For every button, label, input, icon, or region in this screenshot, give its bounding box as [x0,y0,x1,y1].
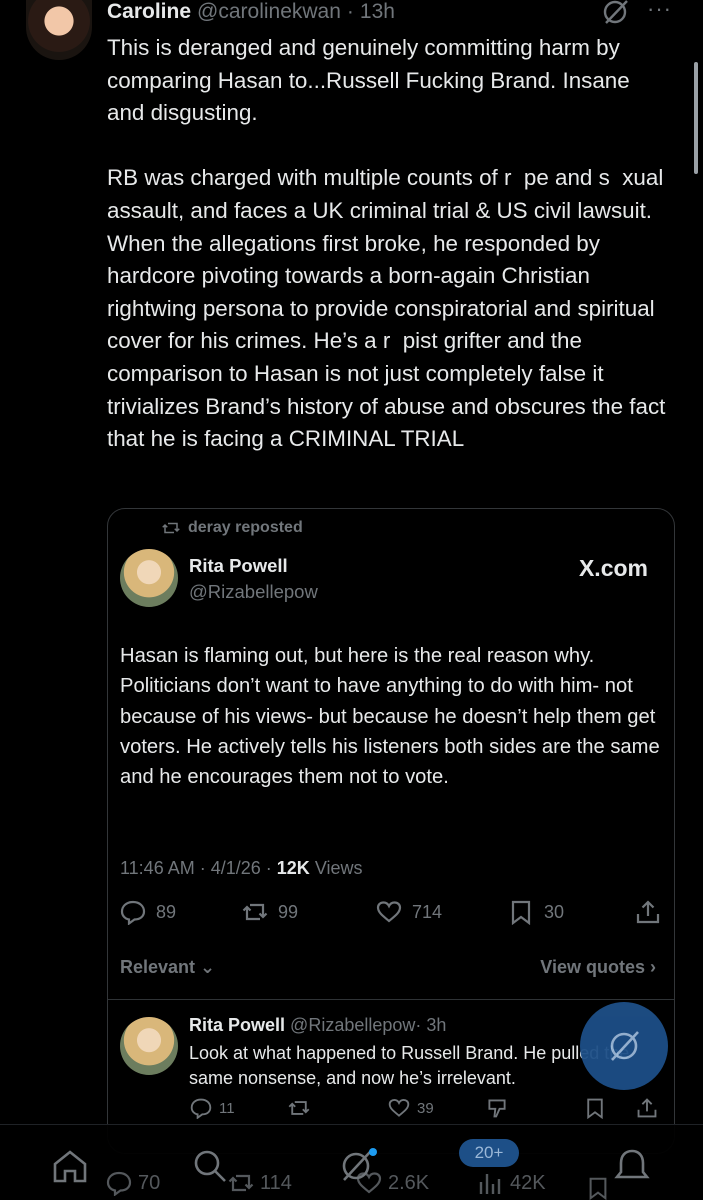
repost-label: deray reposted [188,519,303,536]
bookmark-icon [589,1177,607,1200]
bell-icon [614,1149,650,1179]
like-icon [356,1172,382,1194]
bookmark-count: 30 [544,901,565,922]
bottom-reply-count[interactable]: 70 [106,1170,160,1196]
like-count: 714 [412,901,443,922]
bookmark-icon [587,1098,603,1119]
grok-icon [610,1031,639,1061]
reply-author-avatar[interactable] [120,1017,178,1075]
views-count: 12K [276,858,310,878]
bookmark-button[interactable]: 30 [508,899,564,925]
post-header: Caroline @carolinekwan · 13h [107,0,395,24]
quoted-post-time: 11:46 AM [120,858,195,878]
bottom-like-count[interactable]: 2.6K [356,1170,429,1196]
view-quotes-link[interactable]: View quotes › [540,957,656,978]
reply-button[interactable]: 89 [120,899,176,925]
downvote-icon [488,1099,506,1118]
home-icon [53,1150,87,1183]
grok-fab-button[interactable] [580,1002,668,1090]
reply-header: Rita Powell @Rizabellepow· 3h [189,1015,446,1036]
reply-reply-count: 11 [219,1099,235,1117]
like-icon [388,1099,410,1117]
reply-bookmark-button[interactable] [584,1097,606,1119]
bottom-bookmark[interactable] [586,1176,610,1200]
scrollbar-thumb[interactable] [694,62,698,174]
bottom-repost-count[interactable]: 114 [228,1170,292,1196]
repost-context: deray reposted [162,519,303,537]
share-icon [636,900,660,924]
notification-dot [369,1148,377,1156]
reply-count: 89 [156,901,177,922]
header-separator: · [346,0,354,23]
reply-icon [190,1098,212,1119]
share-icon [637,1098,657,1118]
quoted-post-body: Hasan is flaming out, but here is the re… [120,645,660,789]
bottom-views-count-value: 42K [510,1171,546,1194]
reply-reply-button[interactable]: 11 [190,1097,235,1119]
bottom-views-count[interactable]: 42K [478,1170,546,1196]
post-body: This is deranged and genuinely committin… [107,35,666,452]
quoted-post-actions: 89 99 714 30 [108,899,674,929]
views-label: Views [314,858,363,878]
repost-icon [288,1101,310,1115]
bottom-reply-count-value: 70 [138,1171,161,1194]
author-name[interactable]: Caroline [107,0,191,24]
source-label: X.com [578,555,648,581]
quoted-author-avatar[interactable] [120,549,178,607]
reply-icon [120,900,146,925]
repost-count: 99 [278,901,299,922]
repost-icon [162,522,180,534]
bookmark-icon [511,900,531,925]
reply-like-button[interactable]: 39 [388,1097,434,1119]
reply-actions: 11 39 [108,1097,674,1121]
reply-author-handle[interactable]: @Rizabellepow [290,1015,415,1035]
quoted-author-name[interactable]: Rita Powell [189,555,288,577]
share-button[interactable] [635,899,661,925]
replies-sort-dropdown[interactable]: Relevant ⌄ [120,957,215,978]
repost-icon [242,903,268,921]
reply-downvote-button[interactable] [486,1097,508,1119]
search-icon [194,1150,226,1182]
nav-home[interactable] [50,1146,90,1186]
author-handle[interactable]: @carolinekwan [197,0,341,24]
reply-author-name[interactable]: Rita Powell [189,1015,285,1035]
grok-icon[interactable] [600,0,630,26]
post-time[interactable]: 13h [360,0,395,24]
more-icon[interactable]: ··· [647,0,672,22]
like-button[interactable]: 714 [376,899,442,925]
divider [108,999,674,1000]
reply-like-count: 39 [417,1099,434,1117]
bottom-repost-count-value: 114 [260,1171,292,1194]
repost-icon [228,1174,254,1192]
nav-search[interactable] [190,1146,230,1186]
new-posts-badge[interactable]: 20+ [459,1139,519,1167]
reply-time: · 3h [415,1015,447,1035]
like-icon [376,901,402,923]
bottom-like-count-value: 2.6K [388,1171,430,1194]
reply-repost-button[interactable] [288,1097,310,1119]
repost-button[interactable]: 99 [242,899,298,925]
quoted-post-meta: 11:46 AM · 4/1/26 · 12K Views [120,858,363,878]
views-icon [479,1174,501,1194]
author-avatar[interactable] [26,0,92,60]
reply-share-button[interactable] [636,1097,658,1119]
quoted-author-handle[interactable]: @Rizabellepow [189,581,318,603]
quoted-post-date: 4/1/26 [210,858,261,878]
nav-notifications[interactable] [612,1146,652,1186]
reply-icon [106,1171,132,1196]
